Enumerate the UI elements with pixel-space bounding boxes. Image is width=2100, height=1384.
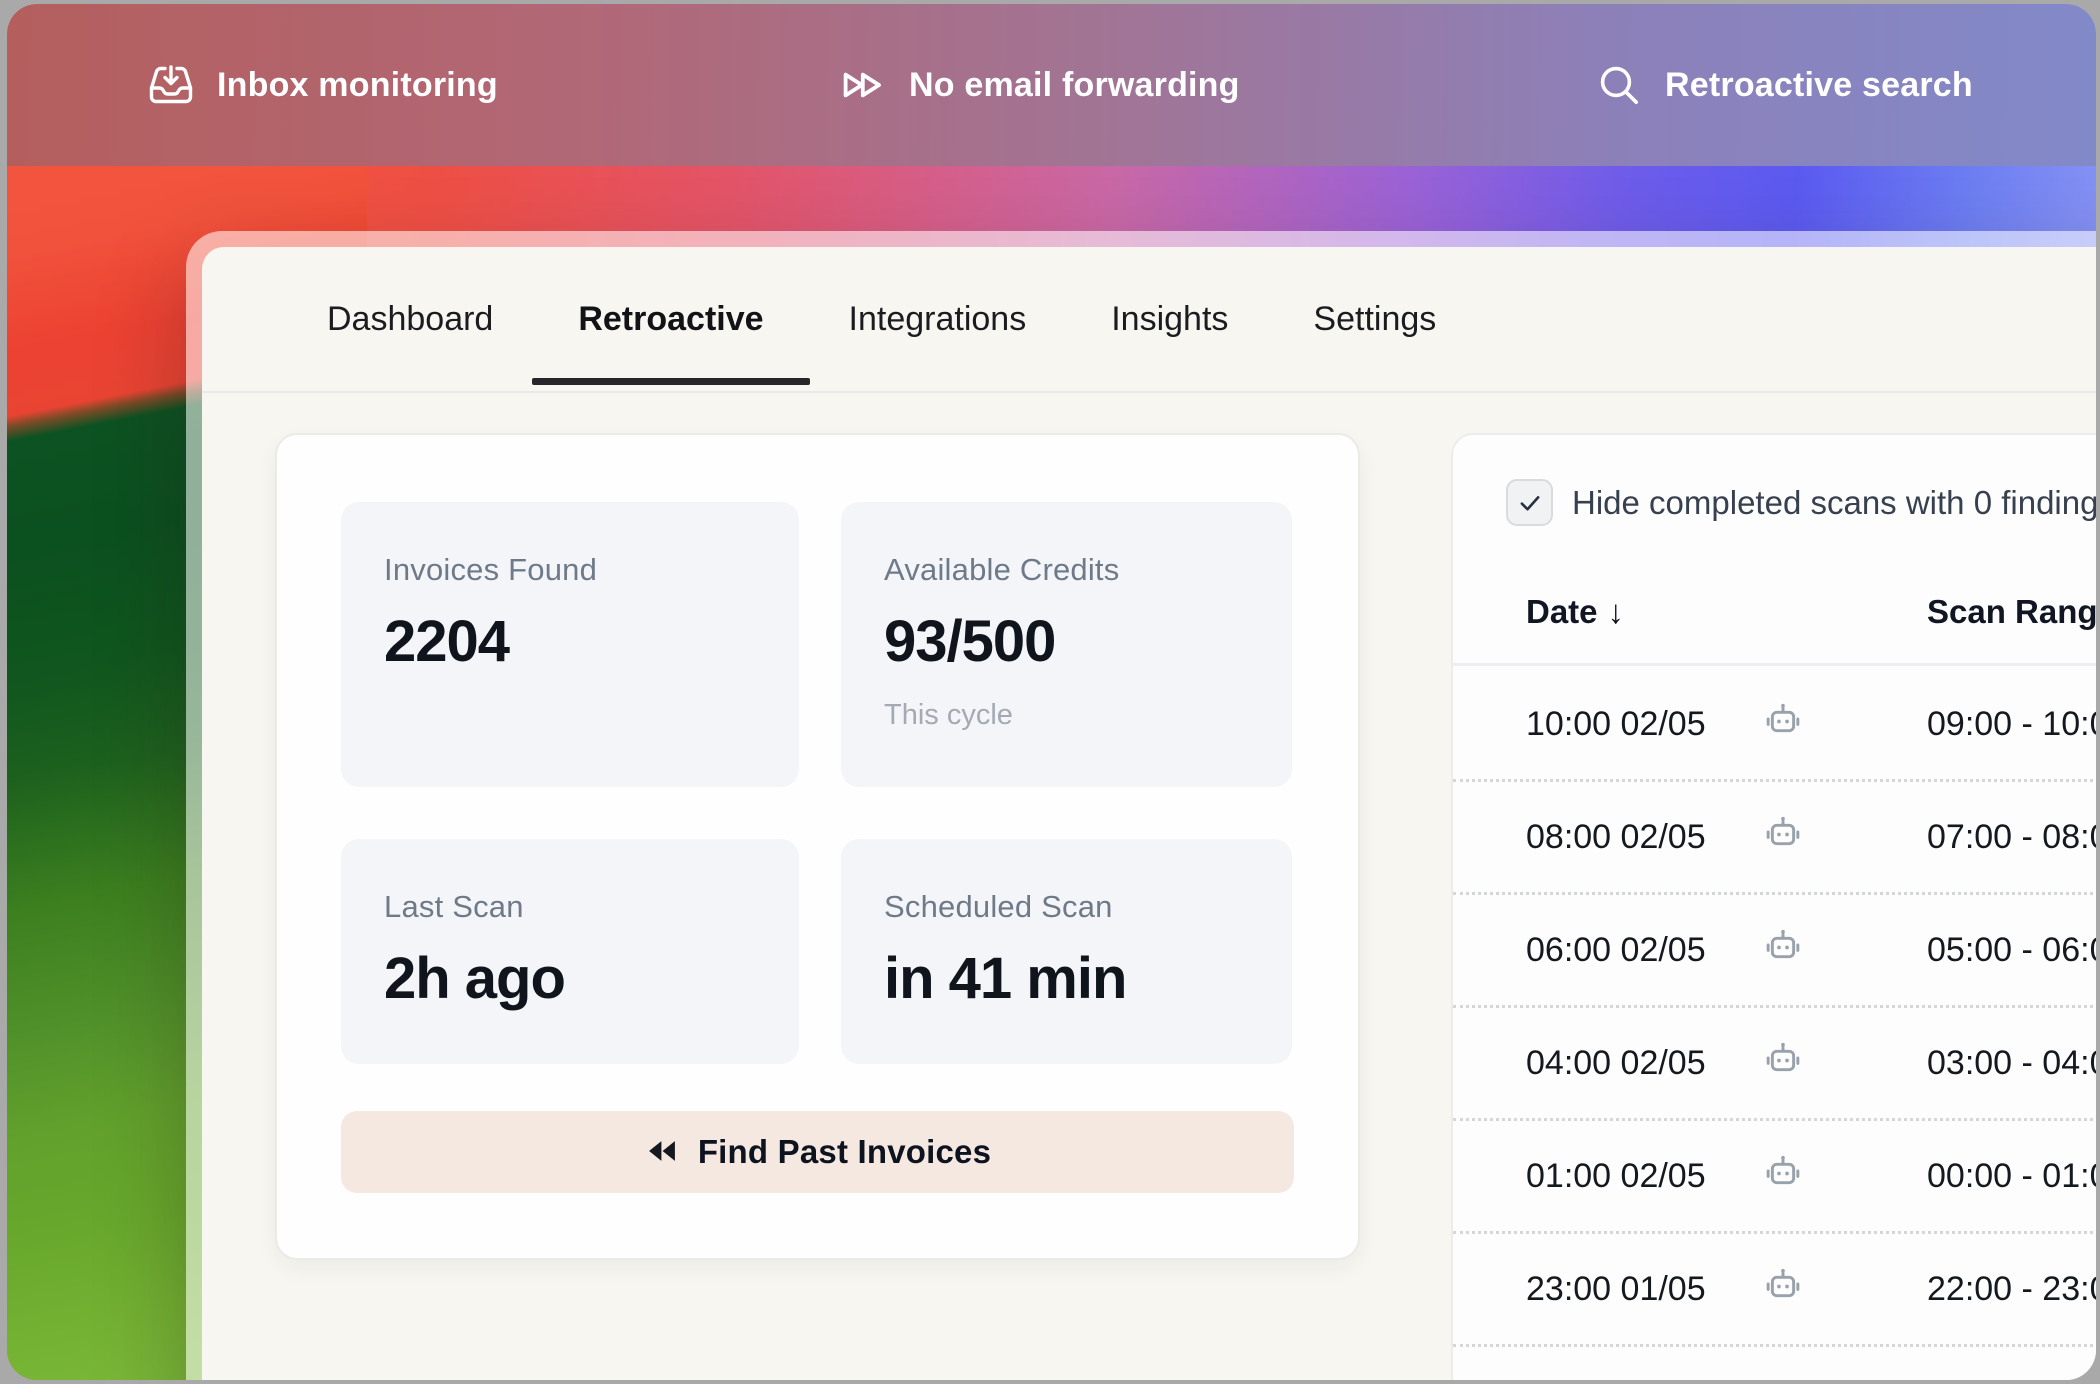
stat-label: Available Credits: [884, 552, 1292, 588]
scan-date: 08:00 02/05: [1526, 818, 1706, 857]
robot-icon: [1761, 700, 1805, 749]
robot-icon: [1761, 926, 1805, 975]
scan-range: 05:00 - 06:00: [1927, 931, 2096, 970]
stat-scheduled-scan: Scheduled Scan in 41 min: [841, 839, 1292, 1064]
banner-label: Inbox monitoring: [217, 66, 498, 105]
find-past-invoices-label: Find Past Invoices: [698, 1133, 991, 1171]
robot-icon: [1761, 1152, 1805, 1201]
fast-forward-icon: [837, 61, 887, 109]
banner-item-retroactive-search: Retroactive search: [1595, 4, 1973, 166]
header-divider: [1453, 663, 2096, 666]
scan-range: 00:00 - 01:00: [1927, 1157, 2096, 1196]
robot-icon: [1761, 1039, 1805, 1088]
scan-row[interactable]: 08:00 02/05 07:00 - 08:00: [1453, 782, 2096, 895]
inbox-arrow-down-icon: [147, 61, 195, 109]
stat-note: This cycle: [884, 699, 1292, 732]
scan-date: 01:00 02/05: [1526, 1157, 1706, 1196]
tab-retroactive[interactable]: Retroactive: [578, 300, 763, 339]
stat-value: 2204: [384, 608, 799, 675]
screenshot-frame: Inbox monitoring No email forwarding: [0, 0, 2100, 1384]
hide-completed-label: Hide completed scans with 0 findings: [1572, 484, 2096, 522]
column-header-date[interactable]: Date↓: [1526, 593, 1624, 631]
scan-date: 23:00 01/05: [1526, 1270, 1706, 1309]
scan-row[interactable]: 10:00 02/05 09:00 - 10:00: [1453, 669, 2096, 782]
banner-item-inbox-monitoring: Inbox monitoring: [147, 4, 498, 166]
stats-grid: Invoices Found 2204 Available Credits 93…: [341, 502, 1294, 1064]
scan-range: 09:00 - 10:00: [1927, 705, 2096, 744]
tab-dashboard[interactable]: Dashboard: [327, 300, 493, 339]
scan-range: 07:00 - 08:00: [1927, 818, 2096, 857]
robot-icon: [1761, 813, 1805, 862]
scan-row[interactable]: 01:00 02/05 00:00 - 01:00: [1453, 1121, 2096, 1234]
scan-date: 04:00 02/05: [1526, 1044, 1706, 1083]
scans-table-rows: 10:00 02/05 09:00 - 10:00 08:00 02/05 07…: [1453, 669, 2096, 1380]
scan-row[interactable]: 04:00 02/05 03:00 - 04:00: [1453, 1008, 2096, 1121]
stat-value: 2h ago: [384, 945, 799, 1012]
scan-date: 10:00 02/05: [1526, 705, 1706, 744]
scan-row[interactable]: 22:00 01/05 21:00 - 22:00: [1453, 1347, 2096, 1380]
scan-row[interactable]: 23:00 01/05 22:00 - 23:00: [1453, 1234, 2096, 1347]
banner-label: No email forwarding: [909, 66, 1240, 105]
scans-table-header: Date↓ Scan Range: [1453, 585, 2096, 666]
screen: Inbox monitoring No email forwarding: [7, 4, 2096, 1380]
feature-banner: Inbox monitoring No email forwarding: [7, 4, 2096, 166]
scan-date: 06:00 02/05: [1526, 931, 1706, 970]
rewind-icon: [644, 1133, 680, 1172]
stat-label: Scheduled Scan: [884, 889, 1292, 925]
column-header-scan-range[interactable]: Scan Range: [1927, 593, 2096, 631]
stat-available-credits: Available Credits 93/500 This cycle: [841, 502, 1292, 787]
tab-insights[interactable]: Insights: [1111, 300, 1228, 339]
filter-row: Hide completed scans with 0 findings: [1506, 479, 2096, 526]
stat-invoices-found: Invoices Found 2204: [341, 502, 799, 787]
stat-last-scan: Last Scan 2h ago: [341, 839, 799, 1064]
robot-icon: [1761, 1378, 1805, 1381]
tab-settings[interactable]: Settings: [1313, 300, 1436, 339]
checkmark-icon: [1515, 488, 1545, 518]
app-window: Dashboard Retroactive Integrations Insig…: [186, 231, 2096, 1380]
search-icon: [1595, 61, 1643, 109]
stat-value: 93/500: [884, 608, 1292, 675]
stat-value: in 41 min: [884, 945, 1292, 1012]
tab-integrations[interactable]: Integrations: [849, 300, 1027, 339]
stat-label: Last Scan: [384, 889, 799, 925]
banner-label: Retroactive search: [1665, 66, 1973, 105]
app-window-body: Dashboard Retroactive Integrations Insig…: [202, 247, 2096, 1380]
sort-descending-icon: ↓: [1608, 593, 1625, 630]
hide-completed-checkbox[interactable]: [1506, 479, 1553, 526]
robot-icon: [1761, 1265, 1805, 1314]
stat-label: Invoices Found: [384, 552, 799, 588]
stats-card: Invoices Found 2204 Available Credits 93…: [275, 433, 1360, 1260]
scan-range: 03:00 - 04:00: [1927, 1044, 2096, 1083]
scans-panel: Hide completed scans with 0 findings Dat…: [1451, 433, 2096, 1380]
scan-row[interactable]: 06:00 02/05 05:00 - 06:00: [1453, 895, 2096, 1008]
tab-bar: Dashboard Retroactive Integrations Insig…: [202, 247, 2096, 393]
scan-range: 22:00 - 23:00: [1927, 1270, 2096, 1309]
find-past-invoices-button[interactable]: Find Past Invoices: [341, 1111, 1294, 1193]
active-tab-underline: [532, 378, 809, 385]
banner-item-no-forwarding: No email forwarding: [837, 4, 1240, 166]
